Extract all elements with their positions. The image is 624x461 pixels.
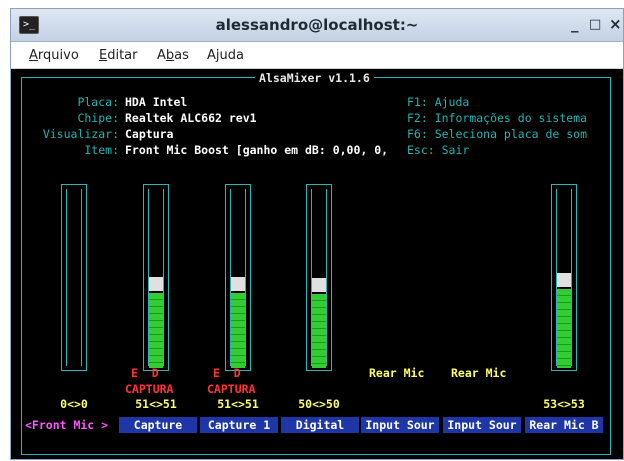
- level-fill-capture-1: [231, 293, 245, 368]
- control-name-front-mic[interactable]: <Front Mic >: [25, 417, 121, 433]
- control-name-capture-1[interactable]: Capture 1: [200, 417, 278, 433]
- close-button[interactable]: ×: [609, 15, 622, 33]
- volume-bar-capture[interactable]: [143, 184, 169, 371]
- info-value-chipe: Realtek ALC662 rev1: [125, 111, 257, 125]
- volume-bar-front-mic[interactable]: [61, 184, 87, 371]
- capture-flags-capture-1: E D: [213, 366, 241, 380]
- control-name-input-source-2[interactable]: Input Sour: [443, 417, 521, 433]
- capture-label-capture-1: CAPTURA: [207, 382, 256, 396]
- volume-value-front-mic: 0<>0: [60, 397, 88, 411]
- volume-bar-capture-1[interactable]: [225, 184, 251, 371]
- info-label-item: Item:: [84, 143, 119, 157]
- level-peak-capture-1: [231, 277, 245, 291]
- title-bar[interactable]: >_ alessandro@localhost:~ _ □ ×: [11, 9, 623, 42]
- level-peak-capture: [149, 277, 163, 291]
- info-value-placa: HDA Intel: [125, 95, 188, 109]
- window-title: alessandro@localhost:~: [215, 16, 419, 34]
- volume-value-rear-mic-boost: 53<>53: [543, 397, 585, 411]
- level-fill-rear-mic-boost: [557, 289, 571, 368]
- terminal-area[interactable]: AlsaMixer v1.1.6 Placa: HDA Intel Chipe:…: [11, 69, 623, 459]
- terminal-window: >_ alessandro@localhost:~ _ □ × Arquivo …: [10, 8, 624, 460]
- control-name-digital[interactable]: Digital: [281, 417, 359, 433]
- info-label-visualizar: Visualizar:: [42, 127, 119, 141]
- maximize-button[interactable]: □: [589, 17, 601, 32]
- menu-ajuda[interactable]: Ajuda: [207, 48, 244, 63]
- info-value-visualizar: Captura: [125, 127, 174, 141]
- level-fill-capture: [149, 293, 163, 368]
- volume-bar-digital[interactable]: [306, 184, 332, 371]
- control-name-rear-mic-boost[interactable]: Rear Mic B: [525, 417, 603, 433]
- capture-flags-capture: E D: [131, 366, 159, 380]
- info-label-placa: Placa:: [77, 95, 119, 109]
- help-f1: F1: Ajuda: [407, 95, 470, 109]
- input-source-value-1: Rear Mic: [369, 366, 425, 380]
- help-esc: Esc: Sair: [407, 143, 470, 157]
- volume-value-digital: 50<>50: [298, 397, 340, 411]
- menu-abas[interactable]: Abas: [157, 48, 189, 63]
- volume-value-capture: 51<>51: [135, 397, 177, 411]
- control-name-capture[interactable]: Capture: [119, 417, 197, 433]
- input-source-value-2: Rear Mic: [451, 366, 507, 380]
- volume-value-capture-1: 51<>51: [217, 397, 259, 411]
- minimize-button[interactable]: _: [571, 15, 579, 33]
- menu-bar: Arquivo Editar Abas Ajuda: [11, 42, 623, 69]
- volume-bar-rear-mic-boost[interactable]: [551, 184, 577, 371]
- level-peak-rear-mic-boost: [557, 273, 571, 287]
- control-name-input-source-1[interactable]: Input Sour: [361, 417, 439, 433]
- help-f6: F6: Seleciona placa de som: [407, 127, 588, 141]
- level-fill-digital: [312, 294, 326, 368]
- help-f2: F2: Informações do sistema: [407, 111, 588, 125]
- level-peak-digital: [312, 278, 326, 292]
- capture-label-capture: CAPTURA: [125, 382, 174, 396]
- alsamixer-title: AlsaMixer v1.1.6: [255, 71, 374, 85]
- info-label-chipe: Chipe:: [77, 111, 119, 125]
- menu-arquivo[interactable]: Arquivo: [29, 48, 79, 63]
- menu-editar[interactable]: Editar: [99, 48, 138, 63]
- info-value-item: Front Mic Boost [ganho em dB: 0,00, 0,: [125, 143, 389, 157]
